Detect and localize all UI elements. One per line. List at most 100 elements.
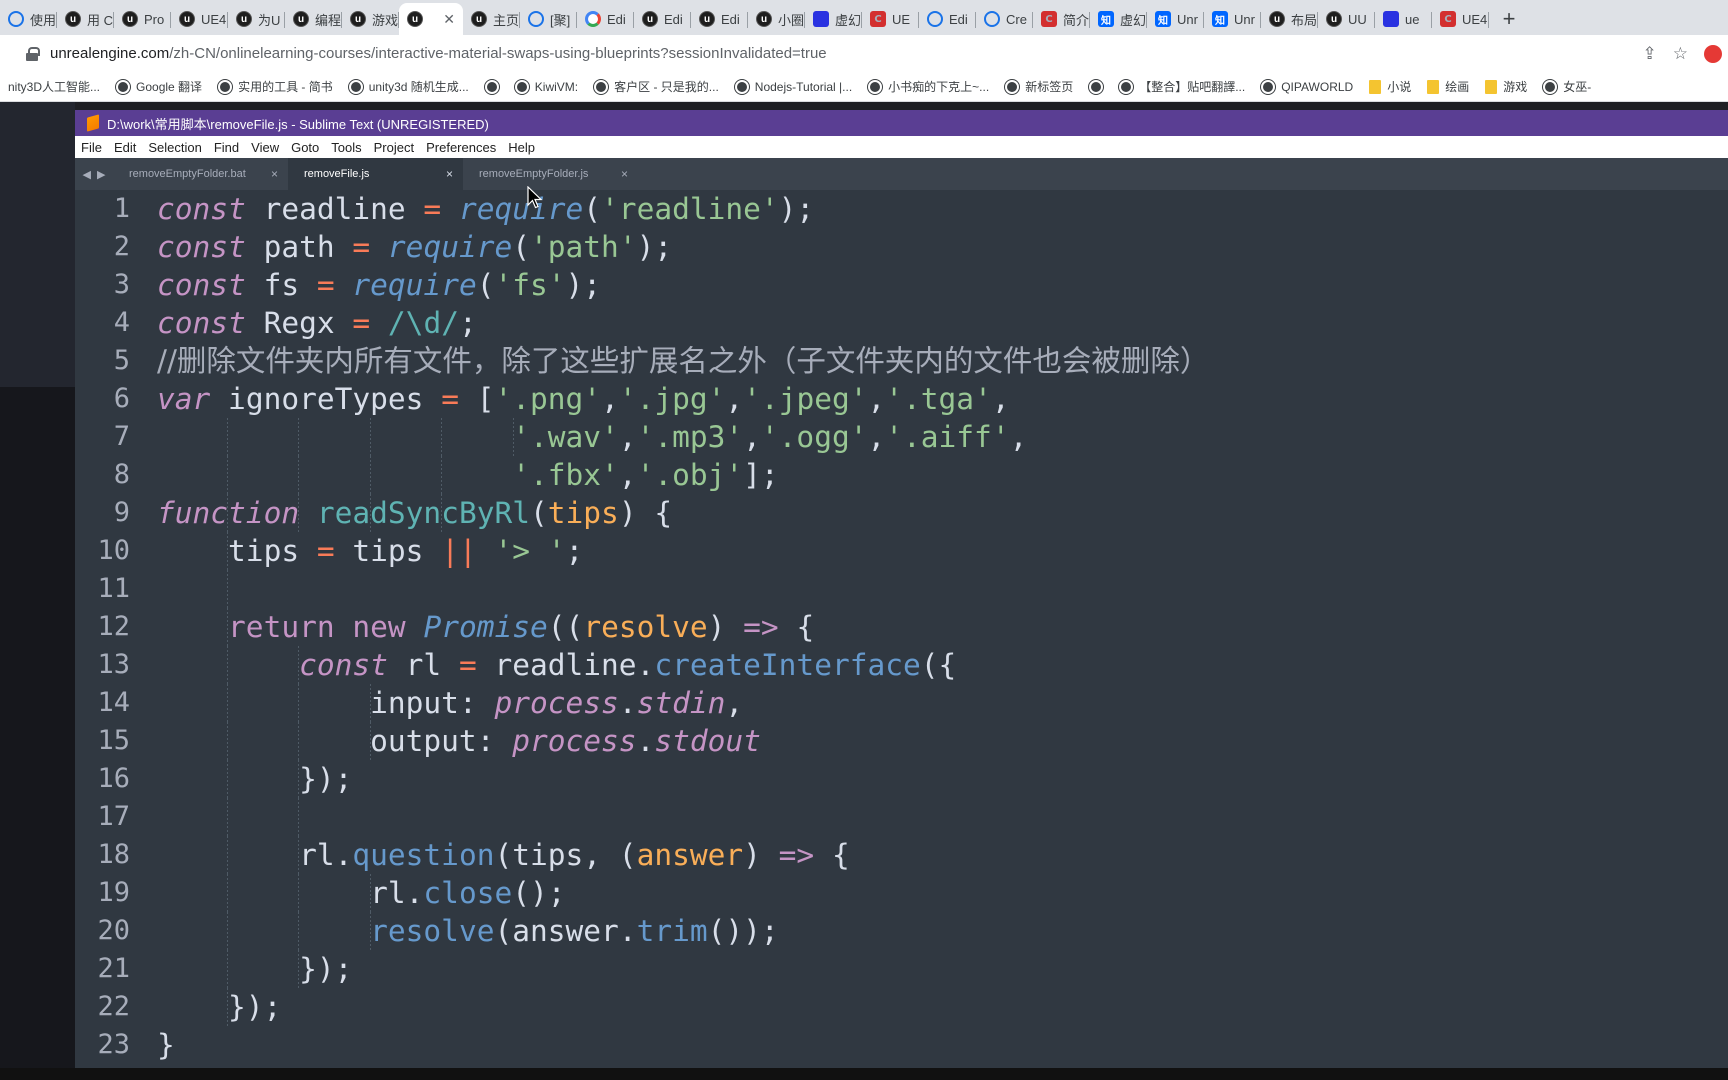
bookmark-label: 小说 [1387,80,1412,94]
bookmark-item[interactable]: 游戏 [1477,78,1535,95]
bookmark-item[interactable] [477,79,507,94]
browser-tab[interactable]: ue [1375,3,1432,35]
code-token: readline [245,192,424,226]
browser-tab[interactable]: u UE4 [171,3,228,35]
url-host: unrealengine.com [50,45,170,62]
c-favicon-icon: C [1440,11,1456,27]
browser-tab[interactable]: u ✕ [399,3,463,35]
browser-tab[interactable]: 使用 [0,3,57,35]
close-file-tab-icon[interactable]: × [446,167,453,181]
browser-tab[interactable]: u 布局 [1261,3,1318,35]
lock-icon[interactable] [26,46,40,61]
menu-project[interactable]: Project [368,140,420,155]
code-editor[interactable]: 1 const readline = require('readline'); 2 c… [75,190,1728,1070]
extension-icon[interactable] [1704,44,1722,63]
bookmark-label: unity3d 随机生成... [368,80,469,94]
ue-favicon-icon: u [122,11,138,27]
zhi-favicon-icon: 知 [1155,11,1171,27]
tab-next-icon[interactable]: ▶ [97,168,105,181]
browser-tab[interactable]: u Pro [114,3,171,35]
browser-tab[interactable]: C UE4 [1432,3,1489,35]
browser-tab[interactable]: Cre [976,3,1033,35]
new-tab-button[interactable]: + [1489,3,1529,35]
ue-favicon-icon: u [236,11,252,27]
code-text: function readSyncByRl(tips) { [157,494,672,532]
menu-preferences[interactable]: Preferences [420,140,502,155]
bookmark-item[interactable]: 实用的工具 - 简书 [210,78,341,95]
code-token: , [725,382,744,416]
menu-find[interactable]: Find [208,140,245,155]
browser-tab[interactable]: u 游戏 [342,3,399,35]
file-tab[interactable]: removeEmptyFolder.bat × [113,158,288,190]
browser-tab[interactable]: u用 C [57,3,114,35]
toolbar-actions: ⇪ ☆ [1643,35,1728,72]
close-file-tab-icon[interactable]: × [621,167,628,181]
browser-tab[interactable]: u Edi [634,3,691,35]
close-tab-icon[interactable]: ✕ [443,11,455,28]
menu-file[interactable]: File [75,140,108,155]
code-token: stdout [654,724,761,758]
code-token: output [157,724,477,758]
close-file-tab-icon[interactable]: × [271,167,278,181]
line-number: 18 [97,839,130,870]
browser-tab[interactable]: u 主页 [463,3,520,35]
indent-guide [226,874,228,912]
bookmark-item[interactable]: QIPAWORLD [1253,79,1361,94]
bookmark-item[interactable]: nity3D人工智能... [0,78,108,95]
bookmark-item[interactable]: Google 翻译 [108,78,210,95]
indent-guide [441,494,443,532]
bookmark-item[interactable]: 小书痴的下克上~... [860,78,997,95]
bookmark-item[interactable] [1081,79,1111,94]
browser-tab[interactable]: u 编程 [285,3,342,35]
browser-tab[interactable]: u 小圈 [748,3,805,35]
menu-edit[interactable]: Edit [108,140,142,155]
browser-tab[interactable]: Edi [919,3,976,35]
code-token: . [618,686,637,720]
browser-tab[interactable]: 知 Unr [1147,3,1204,35]
line-number: 19 [97,877,130,908]
bookmark-item[interactable]: unity3d 随机生成... [341,78,477,95]
bookmark-item[interactable]: 小说 [1361,78,1419,95]
bookmark-item[interactable]: 绘画 [1419,78,1477,95]
browser-tab[interactable]: C 简介 [1033,3,1090,35]
bookmark-item[interactable]: Nodejs-Tutorial |... [727,79,860,94]
code-line: 20 resolve(answer.trim()); [75,912,1728,950]
browser-tab[interactable]: 知 Unr [1204,3,1261,35]
menu-selection[interactable]: Selection [142,140,207,155]
bookmark-label: 实用的工具 - 简书 [238,80,333,94]
browser-tab-label: 使用 [30,12,57,28]
c-favicon-icon: C [1041,11,1057,27]
browser-tab[interactable]: 虚幻 [805,3,862,35]
menu-tools[interactable]: Tools [325,140,367,155]
code-line: 10 tips = tips || '> '; [75,532,1728,570]
file-tab[interactable]: removeEmptyFolder.js × [463,158,638,190]
bookmark-item[interactable]: KiwiVM: [507,79,586,94]
tab-scroll-arrows[interactable]: ◀ ▶ [75,158,113,190]
bookmark-item[interactable]: 【整合】贴吧翻譯... [1111,78,1253,95]
menu-help[interactable]: Help [502,140,541,155]
browser-tab[interactable]: u Edi [691,3,748,35]
browser-tab[interactable]: [聚] [520,3,577,35]
tab-prev-icon[interactable]: ◀ [83,168,91,181]
menu-view[interactable]: View [245,140,285,155]
code-text: }); [157,760,352,798]
browser-tab[interactable]: u 为U [228,3,285,35]
menu-goto[interactable]: Goto [285,140,325,155]
browser-tab[interactable]: Edi [577,3,634,35]
line-number: 16 [97,763,130,794]
bookmark-item[interactable]: 客户区 - 只是我的... [586,78,727,95]
bookmark-item[interactable]: 女巫- [1535,78,1599,95]
bookmark-star-icon[interactable]: ☆ [1673,44,1688,64]
share-icon[interactable]: ⇪ [1643,44,1657,64]
file-tab[interactable]: removeFile.js × [288,158,463,190]
bookmark-item[interactable]: 新标签页 [997,78,1081,95]
browser-tab[interactable]: C UE [862,3,919,35]
address-bar[interactable]: unrealengine.com/zh-CN/onlinelearning-co… [50,45,827,62]
code-token: [ [458,382,495,416]
browser-tab-label: UE4 [1462,11,1488,27]
code-token: ( [530,496,548,530]
code-token: '.png' [494,382,602,416]
browser-tab[interactable]: u UU [1318,3,1375,35]
browser-tab[interactable]: 知虚幻 [1090,3,1147,35]
